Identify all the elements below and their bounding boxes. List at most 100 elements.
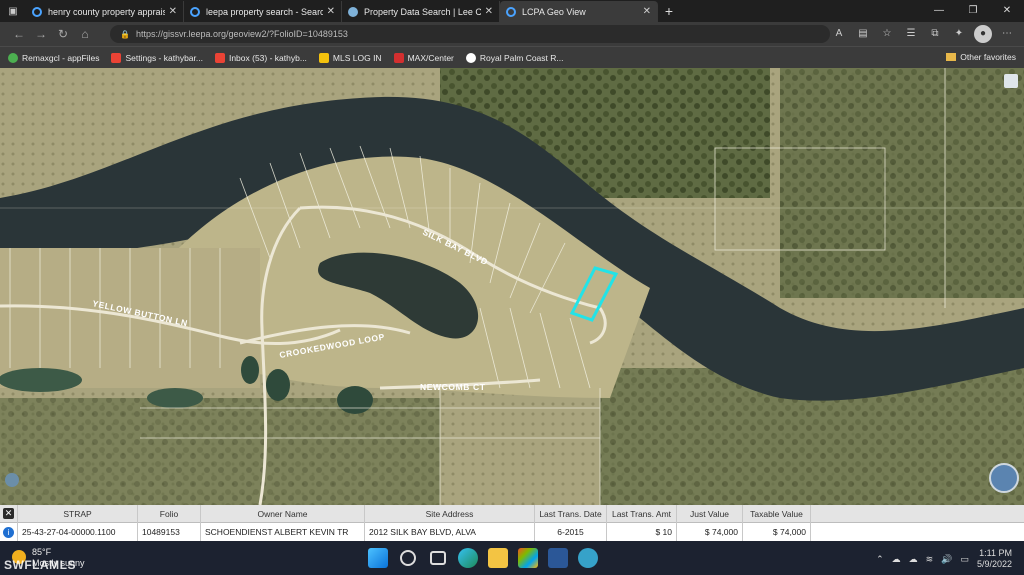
layers-icon[interactable] [1004, 74, 1018, 88]
search-icon [190, 6, 200, 17]
remax-icon [393, 52, 404, 63]
taxable-value-cell: $ 74,000 [743, 523, 811, 541]
site-address-cell: 2012 SILK BAY BLVD, ALVA [365, 523, 535, 541]
bookmark-mls-login[interactable]: MLS LOG IN [318, 52, 382, 63]
volume-icon[interactable]: 🔊 [941, 554, 952, 565]
profile-avatar-icon[interactable]: ● [974, 25, 992, 43]
tab-actions-icon[interactable]: ▣ [0, 1, 26, 22]
cloud-icon[interactable]: ☁ [892, 554, 901, 565]
chevron-up-icon[interactable]: ⌃ [876, 554, 884, 565]
column-header[interactable]: Taxable Value [743, 504, 811, 523]
column-header[interactable]: Folio [138, 504, 201, 523]
favorites-icon[interactable]: ☰ [902, 25, 920, 43]
row-info-button[interactable]: i [0, 523, 18, 541]
url-text: https://gissvr.leepa.org/geoview2/?Folio… [135, 29, 348, 39]
gmail-icon [214, 52, 225, 63]
bookmark-label: Remaxgcl - appFiles [22, 52, 100, 63]
column-header[interactable]: Owner Name [201, 504, 365, 523]
street-label-newcomb: NEWCOMB CT [420, 382, 486, 392]
column-header[interactable]: Last Trans. Date [535, 504, 607, 523]
minimize-icon[interactable]: — [922, 0, 956, 22]
column-header[interactable]: Last Trans. Amt [607, 504, 677, 523]
column-header[interactable]: Site Address [365, 504, 535, 523]
tab-property-data-search[interactable]: Property Data Search | Lee Coun ✕ [342, 1, 500, 22]
bookmark-label: Inbox (53) - kathyb... [228, 52, 307, 63]
restore-icon[interactable]: ❐ [956, 0, 990, 22]
bookmark-remaxgcl[interactable]: Remaxgcl - appFiles [8, 52, 100, 63]
temperature: 85°F [32, 547, 52, 557]
globe-icon[interactable] [989, 463, 1019, 493]
column-header[interactable]: STRAP [18, 504, 138, 523]
wifi-icon[interactable]: ≋ [926, 554, 934, 565]
just-value-cell: $ 74,000 [677, 523, 743, 541]
close-icon: ✕ [3, 508, 14, 519]
close-window-icon[interactable]: ✕ [990, 0, 1024, 22]
grid-header-row: ✕ STRAP Folio Owner Name Site Address La… [0, 504, 1024, 523]
bookmark-label: MAX/Center [407, 52, 454, 63]
close-icon[interactable]: ✕ [485, 6, 493, 17]
tab-lcpa-geo-view[interactable]: LCPA Geo View ✕ [500, 1, 658, 22]
pond [266, 369, 290, 401]
app-icon[interactable] [578, 548, 598, 568]
parcel-map[interactable]: SILK BAY BLVD YELLOW BUTTON LN CROOKEDWO… [0, 68, 1024, 505]
forward-icon[interactable]: → [30, 27, 52, 41]
taskbar-apps [368, 548, 598, 568]
more-menu-icon[interactable]: ⋯ [998, 25, 1016, 43]
battery-icon[interactable]: ▭ [960, 554, 969, 565]
folio-cell: 10489153 [138, 523, 201, 541]
cloud-icon [8, 52, 18, 63]
file-explorer-icon[interactable] [488, 548, 508, 568]
last-trans-amt-cell: $ 10 [607, 523, 677, 541]
close-icon[interactable]: ✕ [169, 6, 177, 17]
system-tray: ⌃ ☁ ☁ ≋ 🔊 ▭ 1:11 PM 5/9/2022 [876, 548, 1012, 570]
home-icon[interactable]: ⌂ [74, 27, 96, 41]
search-icon[interactable] [400, 550, 416, 566]
results-grid: ✕ STRAP Folio Owner Name Site Address La… [0, 504, 1024, 541]
close-icon[interactable]: ✕ [643, 6, 651, 17]
bookmarks-bar: Remaxgcl - appFiles Settings - kathybar.… [0, 46, 1024, 68]
new-tab-button[interactable]: + [658, 1, 680, 22]
reader-view-icon[interactable]: ▤ [854, 25, 872, 43]
column-header[interactable]: Just Value [677, 504, 743, 523]
word-icon[interactable] [548, 548, 568, 568]
forest-area [0, 398, 440, 505]
favorite-star-icon[interactable]: ☆ [878, 25, 896, 43]
tab-leepa-search[interactable]: leepa property search - Search ✕ [184, 1, 342, 22]
globe-icon [348, 6, 358, 17]
other-favorites[interactable]: Other favorites [946, 52, 1016, 62]
location-icon[interactable] [5, 473, 19, 487]
onedrive-icon[interactable]: ☁ [909, 554, 918, 565]
window-controls: — ❐ ✕ [922, 0, 1024, 22]
task-view-icon[interactable] [430, 551, 446, 565]
clock[interactable]: 1:11 PM 5/9/2022 [977, 548, 1012, 570]
bookmark-royal-palm[interactable]: Royal Palm Coast R... [465, 52, 564, 63]
clock-time: 1:11 PM [979, 548, 1012, 558]
tab-label: Property Data Search | Lee Coun [364, 6, 481, 17]
edge-browser-icon[interactable] [458, 548, 478, 568]
bookmark-label: MLS LOG IN [332, 52, 382, 63]
strap-cell: 25-43-27-04-00000.1100 [18, 523, 138, 541]
extensions-icon[interactable]: ✦ [950, 25, 968, 43]
close-grid-button[interactable]: ✕ [0, 504, 18, 523]
pond [147, 388, 203, 408]
refresh-icon[interactable]: ↻ [52, 27, 74, 41]
bookmark-label: Settings - kathybar... [125, 52, 203, 63]
store-icon[interactable] [518, 548, 538, 568]
tab-henry-county[interactable]: henry county property appraiser ✕ [26, 1, 184, 22]
table-row[interactable]: i 25-43-27-04-00000.1100 10489153 SCHOEN… [0, 523, 1024, 541]
bookmark-inbox[interactable]: Inbox (53) - kathyb... [214, 52, 307, 63]
tab-label: henry county property appraiser [48, 6, 165, 17]
lock-icon[interactable]: 🔒 [120, 30, 130, 39]
start-icon[interactable] [368, 548, 388, 568]
address-bar[interactable]: 🔒 https://gissvr.leepa.org/geoview2/?Fol… [110, 25, 830, 43]
bookmark-max-center[interactable]: MAX/Center [393, 52, 454, 63]
bookmark-settings[interactable]: Settings - kathybar... [111, 52, 203, 63]
aerial-map-canvas[interactable]: SILK BAY BLVD YELLOW BUTTON LN CROOKEDWO… [0, 68, 1024, 505]
collections-icon[interactable]: ⧉ [926, 25, 944, 43]
bookmark-label: Royal Palm Coast R... [479, 52, 564, 63]
read-aloud-icon[interactable]: A [830, 25, 848, 43]
forest-area [780, 68, 1024, 298]
back-icon[interactable]: ← [8, 27, 30, 41]
close-icon[interactable]: ✕ [327, 6, 335, 17]
tab-label: leepa property search - Search [206, 6, 323, 17]
